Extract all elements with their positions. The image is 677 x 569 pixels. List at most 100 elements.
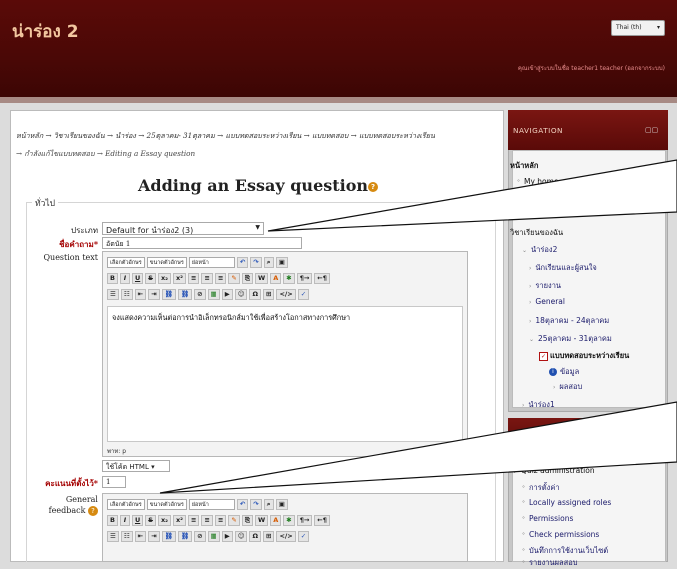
ltr-icon[interactable]: ¶→ (296, 272, 313, 284)
admin-item-logs[interactable]: ° บันทึกการใช้งานเว็บไซต์ (522, 545, 608, 557)
nav-item-week-2[interactable]: ⌄ 25ตุลาคม - 31ตุลาคม (529, 333, 612, 345)
breadcrumb-line-2[interactable]: → กำลังแก้ไขแบบทดสอบ → Editing a Essay q… (16, 145, 500, 163)
html-source-icon[interactable]: </> (276, 530, 296, 542)
background-color-icon[interactable]: ✱ (283, 514, 295, 526)
admin-item-check-permissions[interactable]: ° Check permissions (522, 530, 599, 539)
bold-icon[interactable]: B (107, 272, 118, 284)
italic-icon[interactable]: I (119, 272, 130, 284)
nav-item-course-1[interactable]: › นำร่อง1 (522, 399, 555, 411)
question-name-input[interactable]: อัตนัย 1 (102, 237, 302, 249)
default-mark-input[interactable]: 1 (102, 476, 126, 488)
align-right-icon[interactable]: ≡ (214, 272, 227, 284)
nav-item-info[interactable]: i ข้อมูล (549, 366, 579, 378)
strikethrough-icon[interactable]: S (145, 514, 156, 526)
admin-item-settings[interactable]: ° การตั้งค่า (522, 482, 560, 494)
nav-item-home[interactable]: หน้าหลัก (510, 160, 538, 172)
admin-item-permissions[interactable]: ° Permissions (522, 514, 573, 523)
bullet-list-icon[interactable]: ☰ (107, 288, 119, 300)
indent-icon[interactable]: ⇥ (148, 288, 160, 300)
paste-word-icon[interactable]: W (255, 514, 269, 526)
rtl-icon[interactable]: ←¶ (314, 514, 330, 526)
align-left-icon[interactable]: ≡ (188, 514, 200, 526)
admin-item-local-roles[interactable]: ° Locally assigned roles (522, 498, 611, 507)
align-center-icon[interactable]: ≡ (201, 272, 213, 284)
media-icon[interactable]: ▶ (221, 530, 233, 542)
numbered-list-icon[interactable]: ☷ (120, 530, 133, 542)
breadcrumb-line-1[interactable]: หน้าหลัก → วิชาเรียนของฉัน → นำร่อง → 25… (16, 127, 500, 145)
question-text-area[interactable]: จงแสดงความเห็นต่อการนำอิเล็กทรอนิกส์มาใช… (107, 306, 463, 442)
nav-item-results[interactable]: › ผลสอบ (553, 381, 582, 393)
bullet-list-icon[interactable]: ☰ (107, 530, 119, 542)
align-center-icon[interactable]: ≡ (201, 514, 213, 526)
undo-icon[interactable]: ↶ (236, 256, 249, 268)
strikethrough-icon[interactable]: S (145, 272, 156, 284)
link-icon[interactable]: ⛓ (161, 288, 176, 300)
background-color-icon[interactable]: ✱ (283, 272, 295, 284)
font-family-select[interactable]: เลือกตัวอักษร (107, 498, 145, 510)
login-info[interactable]: คุณเข้าสู่ระบบในชื่อ teacher1 teacher (อ… (518, 63, 665, 73)
underline-icon[interactable]: U (131, 272, 144, 284)
nav-item-general[interactable]: › General (529, 297, 565, 306)
redo-icon[interactable]: ↷ (250, 256, 262, 268)
outdent-icon[interactable]: ⇤ (134, 530, 147, 542)
special-char-icon[interactable]: Ω (249, 288, 262, 300)
underline-icon[interactable]: U (131, 514, 144, 526)
category-select[interactable]: Default for นำร่อง2 (3) ▼ (102, 222, 264, 235)
fieldset-legend[interactable]: ทั่วไป (32, 196, 59, 210)
paste-text-icon[interactable]: ⎘ (241, 514, 254, 526)
no-link-icon[interactable]: ⊘ (194, 530, 206, 542)
admin-item-results[interactable]: ° รายงานผลสอบ (522, 557, 577, 569)
table-icon[interactable]: ⊞ (263, 530, 275, 542)
fullscreen-icon[interactable]: ▣ (275, 256, 288, 268)
table-icon[interactable]: ⊞ (263, 288, 275, 300)
font-size-select[interactable]: ขนาดตัวอักษร (146, 498, 187, 510)
align-left-icon[interactable]: ≡ (188, 272, 200, 284)
ltr-icon[interactable]: ¶→ (296, 514, 313, 526)
site-title[interactable]: น่าร่อง 2 (12, 18, 79, 45)
paragraph-select[interactable]: ย่อหน้า (188, 256, 235, 268)
html-source-icon[interactable]: </> (276, 288, 296, 300)
image-icon[interactable]: ▦ (207, 530, 220, 542)
help-icon[interactable]: ? (88, 506, 98, 516)
nav-item-my-courses[interactable]: วิชาเรียนของฉัน (510, 227, 563, 239)
nav-item-week-1[interactable]: › 18ตุลาคม - 24ตุลาคม (529, 315, 609, 327)
admin-item-quiz-administration[interactable]: ⌄ Quiz administration (512, 466, 595, 475)
nav-item-course[interactable]: ⌄ นำร่อง2 (522, 244, 557, 256)
align-right-icon[interactable]: ≡ (214, 514, 227, 526)
paste-word-icon[interactable]: W (255, 272, 269, 284)
superscript-icon[interactable]: x² (172, 514, 187, 526)
cleanup-icon[interactable]: ✎ (228, 514, 240, 526)
rtl-icon[interactable]: ←¶ (314, 272, 330, 284)
unlink-icon[interactable]: ⛓ (177, 288, 193, 300)
text-color-icon[interactable]: A (270, 514, 282, 526)
indent-icon[interactable]: ⇥ (148, 530, 160, 542)
subscript-icon[interactable]: x₂ (157, 514, 171, 526)
paste-text-icon[interactable]: ⎘ (241, 272, 254, 284)
nav-item-my-home[interactable]: ° My home (517, 177, 559, 186)
spellcheck-icon[interactable]: ✓ (297, 288, 310, 300)
image-icon[interactable]: ▦ (207, 288, 220, 300)
emoticon-icon[interactable]: ☺ (234, 530, 248, 542)
link-icon[interactable]: ⛓ (161, 530, 176, 542)
spellcheck-icon[interactable]: ✓ (297, 530, 310, 542)
bold-icon[interactable]: B (107, 514, 118, 526)
paragraph-select[interactable]: ย่อหน้า (188, 498, 235, 510)
language-select[interactable]: Thai (th) ▾ (611, 20, 665, 36)
cleanup-icon[interactable]: ✎ (228, 272, 240, 284)
find-icon[interactable]: ⌕ (263, 498, 274, 510)
nav-item-quiz[interactable]: ✓ แบบทดสอบระหว่างเรียน (539, 350, 629, 362)
nav-item-reports[interactable]: › รายงาน (529, 280, 561, 292)
numbered-list-icon[interactable]: ☷ (120, 288, 133, 300)
block-controls-icon[interactable]: ▢▢ (645, 126, 658, 134)
subscript-icon[interactable]: x₂ (157, 272, 171, 284)
fullscreen-icon[interactable]: ▣ (275, 498, 288, 510)
undo-icon[interactable]: ↶ (236, 498, 249, 510)
superscript-icon[interactable]: x² (172, 272, 187, 284)
font-family-select[interactable]: เลือกตัวอักษร (107, 256, 145, 268)
find-icon[interactable]: ⌕ (263, 256, 274, 268)
outdent-icon[interactable]: ⇤ (134, 288, 147, 300)
media-icon[interactable]: ▶ (221, 288, 233, 300)
italic-icon[interactable]: I (119, 514, 130, 526)
font-size-select[interactable]: ขนาดตัวอักษร (146, 256, 187, 268)
emoticon-icon[interactable]: ☺ (234, 288, 248, 300)
